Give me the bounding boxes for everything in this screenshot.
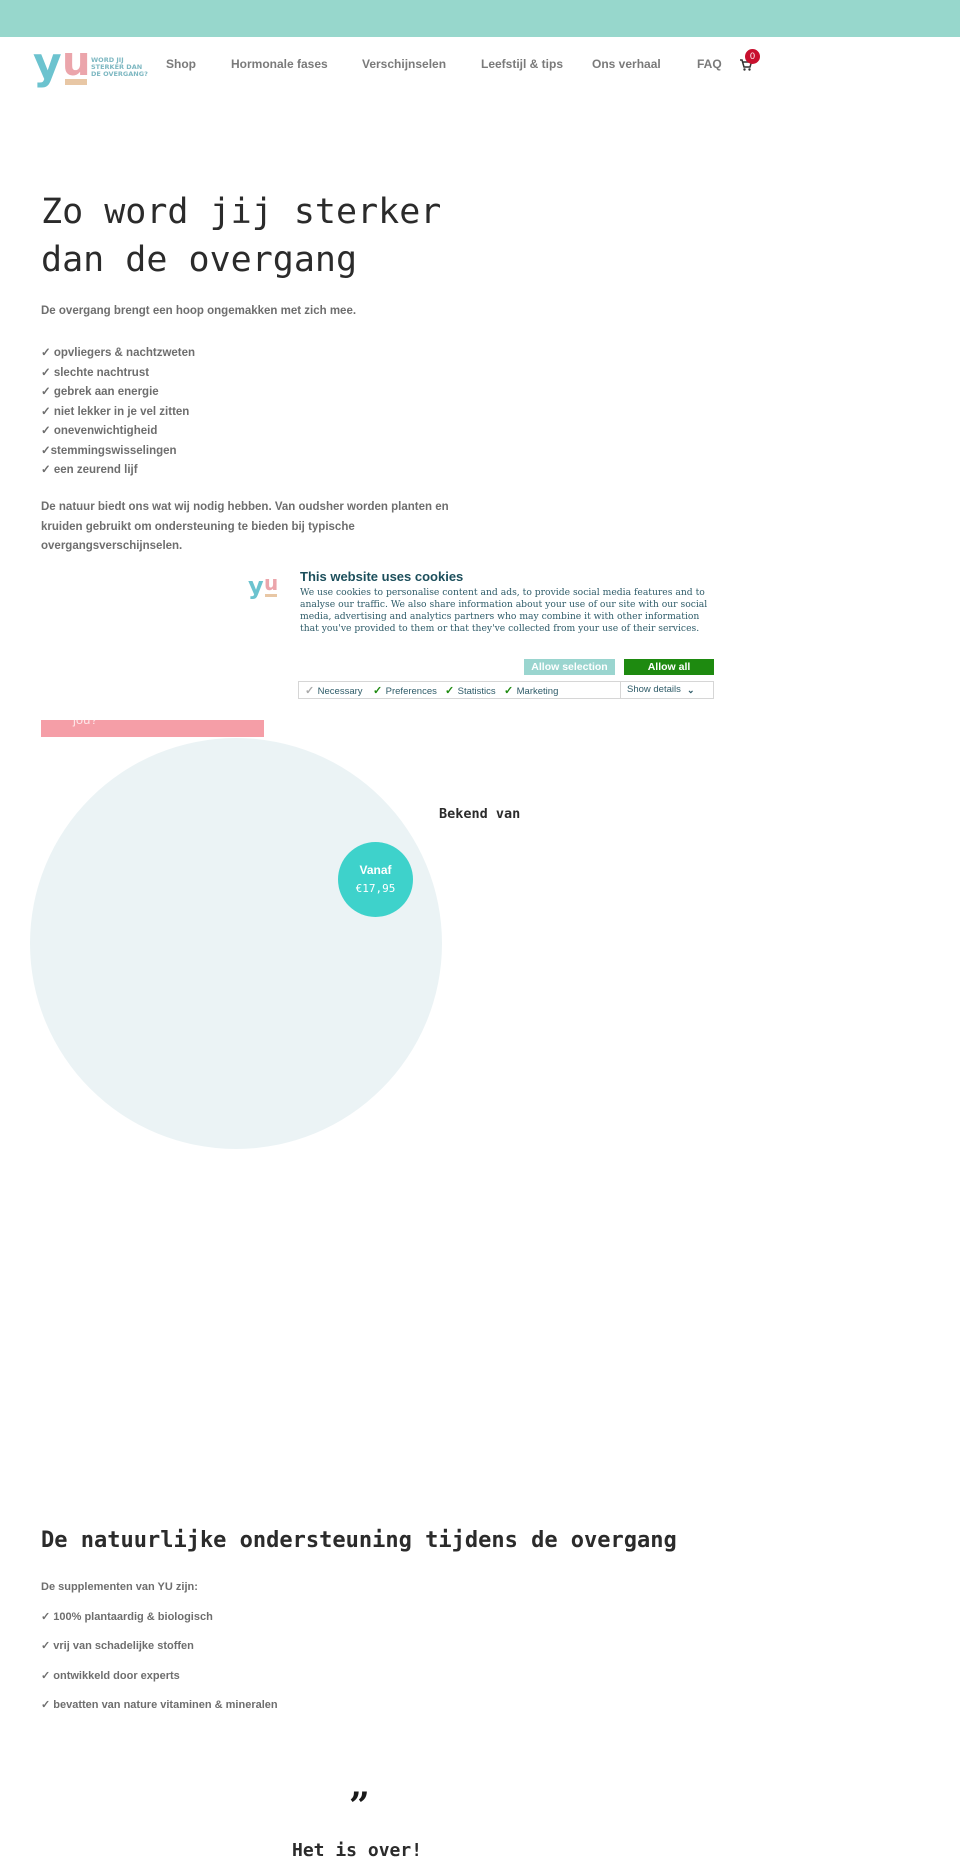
cookie-option-marketing[interactable]: ✓ Marketing <box>504 684 558 697</box>
cookie-options-bar: ✓ Necessary ✓ Preferences ✓ Statistics ✓… <box>298 681 714 699</box>
hero-title: Zo word jij sterker dan de overgang <box>41 192 442 280</box>
price-badge: Vanaf €17,95 <box>338 842 413 917</box>
checkbox-checked-icon: ✓ <box>445 685 455 697</box>
cart-count-badge: 0 <box>745 49 760 64</box>
cookie-banner: y u This website uses cookies We use coo… <box>240 566 720 704</box>
hero-cta-button[interactable]: jou? <box>41 720 264 737</box>
price-label: Vanaf <box>359 863 392 877</box>
logo-letter-u: u <box>62 39 91 85</box>
nav-shop[interactable]: Shop <box>166 57 196 71</box>
nav-faq[interactable]: FAQ <box>697 57 722 71</box>
cookie-banner-text: We use cookies to personalise content an… <box>300 587 708 634</box>
chevron-down-icon: ⌄ <box>687 685 695 695</box>
site-logo[interactable]: y u WORD JIJ STERKER DAN DE OVERGANG? <box>33 42 153 88</box>
cookie-banner-logo: y u <box>248 571 282 604</box>
supplements-intro: De supplementen van YU zijn: <box>41 1581 198 1593</box>
cookie-option-preferences[interactable]: ✓ Preferences <box>373 684 437 697</box>
checkbox-checked-icon: ✓ <box>504 685 514 697</box>
benefit-item: ✓ ontwikkeld door experts <box>41 1669 180 1682</box>
symptom-item: ✓ gebrek aan energie <box>41 386 159 398</box>
top-announcement-bar <box>0 0 960 37</box>
benefit-item: ✓ bevatten van nature vitaminen & minera… <box>41 1698 278 1711</box>
cookie-option-label: Preferences <box>385 686 437 697</box>
checkbox-checked-disabled-icon: ✓ <box>305 685 315 697</box>
cookie-option-label: Necessary <box>317 686 363 697</box>
show-details-label: Show details <box>627 684 681 695</box>
product-image-backdrop <box>30 738 442 1149</box>
cookie-option-statistics[interactable]: ✓ Statistics <box>445 684 496 697</box>
symptom-item: ✓ niet lekker in je vel zitten <box>41 405 190 418</box>
cookie-banner-title: This website uses cookies <box>300 569 464 584</box>
cookie-option-label: Statistics <box>457 686 496 697</box>
symptom-item: ✓ onevenwichtigheid <box>41 425 158 437</box>
press-title: Bekend van <box>439 806 521 822</box>
nav-verschijnselen[interactable]: Verschijnselen <box>362 57 446 71</box>
cookie-logo-underline <box>265 594 277 597</box>
logo-letter-y: y <box>33 38 62 89</box>
symptom-item: ✓ slechte nachtrust <box>41 366 150 379</box>
logo-tagline: WORD JIJ STERKER DAN DE OVERGANG? <box>91 56 148 78</box>
nav-ons-verhaal[interactable]: Ons verhaal <box>592 57 661 71</box>
symptom-list: ✓ opvliegers & nachtzweten ✓ slechte nac… <box>41 344 195 481</box>
supplements-title: De natuurlijke ondersteuning tijdens de … <box>41 1528 677 1553</box>
price-value: €17,95 <box>355 882 396 895</box>
quote-icon: ” <box>349 1785 370 1827</box>
allow-selection-button[interactable]: Allow selection <box>524 659 615 675</box>
site-header: y u WORD JIJ STERKER DAN DE OVERGANG? Sh… <box>0 37 960 93</box>
nav-hormonale-fases[interactable]: Hormonale fases <box>231 57 328 71</box>
checkbox-checked-icon: ✓ <box>373 685 383 697</box>
cookie-logo-letter-u: u <box>264 571 279 595</box>
allow-all-button[interactable]: Allow all <box>624 659 714 675</box>
cookie-option-necessary[interactable]: ✓ Necessary <box>305 684 363 697</box>
nature-paragraph: De natuur biedt ons wat wij nodig hebben… <box>41 501 449 552</box>
show-details-toggle[interactable]: Show details ⌄ <box>620 682 714 698</box>
testimonial-title: Het is over! <box>292 1840 423 1861</box>
cookie-option-label: Marketing <box>516 686 559 697</box>
supplements-benefit-list: ✓ 100% plantaardig & biologisch ✓ vrij v… <box>41 1610 278 1727</box>
logo-underline <box>65 79 87 85</box>
benefit-item: ✓ vrij van schadelijke stoffen <box>41 1640 194 1653</box>
cookie-logo-letter-y: y <box>248 572 264 600</box>
hero-intro: De overgang brengt een hoop ongemakken m… <box>41 305 357 317</box>
symptom-item: ✓ een zeurend lijf <box>41 464 138 476</box>
nav-leefstijl-tips[interactable]: Leefstijl & tips <box>481 57 563 71</box>
symptom-item: ✓stemmingswisselingen <box>41 444 177 457</box>
hero-cta-label: jou? <box>73 720 98 727</box>
symptom-item: ✓ opvliegers & nachtzweten <box>41 347 196 359</box>
benefit-item: ✓ 100% plantaardig & biologisch <box>41 1611 213 1623</box>
